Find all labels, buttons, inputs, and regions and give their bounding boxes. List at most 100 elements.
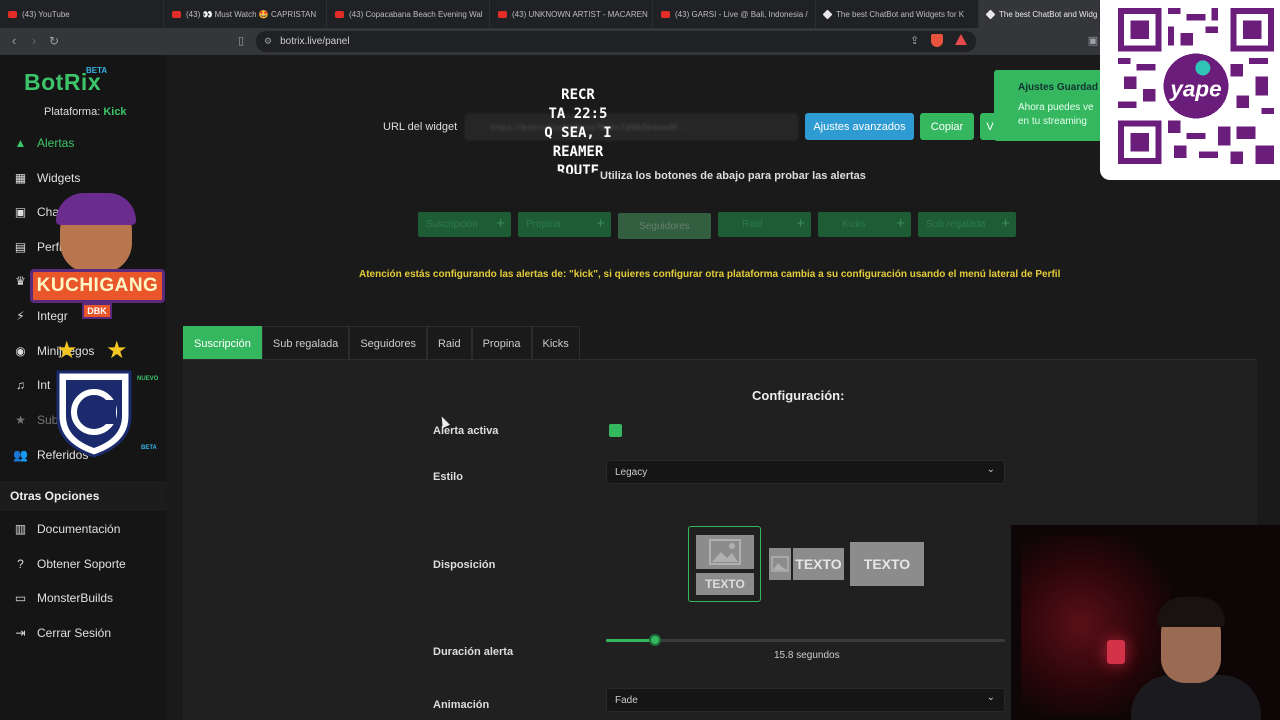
sidebar-item-label: MonsterBuilds [37,591,114,605]
share-icon[interactable]: ⇪ [910,34,919,47]
test-kicks-button[interactable]: Kicks + [818,212,911,237]
browser-tab-active[interactable]: The best ChatBot and Widg [979,0,1100,28]
plus-icon: + [496,215,505,232]
image-placeholder-icon [696,535,754,569]
youtube-icon [172,10,181,18]
sidebar-item-label: Obtener Soporte [37,557,126,571]
chevron-down-icon: ⌄ [986,692,995,703]
plus-icon: + [1001,215,1010,232]
duration-slider[interactable] [606,634,1005,646]
toast-message: Ahora puedes ve en tu streaming [1018,101,1104,129]
reload-icon[interactable]: ↻ [46,33,62,49]
browser-tab[interactable]: (43) 👀 Must Watch 🤩 CAPRISTAN [164,0,327,28]
mascot-beanie [56,193,136,225]
browser-tab[interactable]: (43) YouTube [0,0,164,28]
layout-option-text: TEXTO [863,556,911,572]
layout-label: Disposición [433,559,496,571]
animation-select[interactable]: Fade ⌄ [606,688,1005,712]
style-value: Legacy [615,467,648,478]
plug-icon: ⚡ [16,309,25,323]
overlay-line: TA 22:5 [548,106,608,122]
trophy-icon: ♛ [15,274,26,288]
beta-badge: BETA [86,66,108,75]
tab-raid[interactable]: Raid [426,326,472,360]
kuchigang-sub: DBK [82,303,112,319]
browser-tab[interactable]: (43) UNKNOWN ARTIST - MACAREN [490,0,653,28]
sidebar-item-alertas[interactable]: ▲ Alertas [14,131,164,155]
book-icon: ▥ [14,522,27,536]
brave-shield-icon[interactable] [931,34,944,47]
sidebar-item-label: Alertas [37,136,75,150]
back-icon[interactable]: ‹ [6,33,22,49]
tab-seguidores[interactable]: Seguidores [349,326,427,360]
copy-button[interactable]: Copiar [920,113,974,140]
tab-suscripcion[interactable]: Suscripción [183,326,262,360]
slider-fill [606,639,655,642]
site-settings-icon[interactable]: ⚙ [264,36,272,47]
sidebar-item-label: Int [37,378,51,392]
forward-icon[interactable]: › [26,33,42,49]
sidebar-item-monsterbuilds[interactable]: ▭ MonsterBuilds [14,586,164,610]
star-icon: ★ [56,337,78,364]
layout-option-overlay[interactable]: TEXTO [850,542,924,586]
other-options-heading: Otras Opciones [0,481,166,511]
sidebar-item-minijuegos[interactable]: ◉ Minijuegos [14,339,164,363]
advanced-settings-button[interactable]: Ajustes avanzados [805,113,914,140]
youtube-icon [498,10,507,18]
botrix-icon [985,9,996,19]
webcam-overlay [1011,525,1280,720]
test-subscription-button[interactable]: Suscripción + [418,212,511,237]
tab-sub-regalada[interactable]: Sub regalada [261,326,350,360]
stream-text-overlay: RECR TA 22:5 Q SEA, I REAMER ROUTE [530,86,626,174]
tab-propina[interactable]: Propina [471,326,532,360]
browser-tab-label: (43) Copacabana Beach Evening Wal [349,9,483,19]
youtube-icon [661,10,670,18]
test-hint: Utiliza los botones de abajo para probar… [600,170,866,182]
animation-value: Fade [615,695,638,706]
screen: (43) YouTube (43) 👀 Must Watch 🤩 CAPRIST… [0,0,1280,720]
layout-option-side[interactable]: TEXTO [769,544,844,584]
browser-tab-label: (43) GARSI - Live @ Bali, Indonesia / [675,9,808,19]
slider-handle[interactable] [648,634,661,646]
image-placeholder-icon [769,548,791,580]
sidebar-item-label: Documentación [37,522,121,536]
sidebar-item-soporte[interactable]: ? Obtener Soporte [14,552,164,576]
layout-option-stacked[interactable]: TEXTO [688,526,761,602]
plus-icon: + [896,215,905,232]
extensions-icon[interactable]: ▣ [1085,33,1101,49]
browser-tab-label: (43) UNKNOWN ARTIST - MACAREN [512,9,648,19]
address-bar: ‹ › ↻ ▯ ⚙ botrix.live/panel ⇪ ▣ [0,28,1280,55]
browser-tab-label: (43) 👀 Must Watch 🤩 CAPRISTAN [186,9,317,19]
sidebar-item-documentacion[interactable]: ▥ Documentación [14,517,164,541]
webcam-lamp [1107,640,1125,664]
browser-tab-label: The best ChatBot and Widg [999,9,1098,19]
saved-toast[interactable]: Ajustes Guardad Ahora puedes ve en tu st… [994,70,1114,141]
youtube-icon [335,10,344,18]
tab-kicks[interactable]: Kicks [531,326,580,360]
style-select[interactable]: Legacy ⌄ [606,460,1005,484]
brave-rewards-icon[interactable] [955,34,968,45]
chevron-down-icon: ⌄ [986,464,995,475]
plus-icon: + [596,215,605,232]
platform-label: Plataforma: [44,106,101,118]
sidebar-item-widgets[interactable]: ▦ Widgets [14,166,164,190]
test-tip-button[interactable]: Propina + [518,212,611,237]
test-raid-button[interactable]: Raid + [718,212,811,237]
browser-tab[interactable]: The best ChatBot and Widgets for K [816,0,979,28]
browser-tab[interactable]: (43) Copacabana Beach Evening Wal [327,0,490,28]
test-followers-button[interactable]: Seguidores [618,213,711,239]
bookmark-icon[interactable]: ▯ [233,33,249,49]
url-field[interactable]: ⚙ botrix.live/panel [256,31,976,52]
warning-icon: ▲ [14,136,27,150]
alert-active-checkbox[interactable] [609,424,622,437]
extension-area: ⇪ [910,34,968,47]
browser-tab-label: (43) YouTube [22,9,70,19]
kuchigang-banner: KUCHIGANG [30,269,165,303]
browser-tab[interactable]: (43) GARSI - Live @ Bali, Indonesia / [653,0,816,28]
sidebar-item-logout[interactable]: ⇥ Cerrar Sesión [14,621,164,645]
plus-icon: + [796,215,805,232]
botrix-icon [822,9,833,19]
duration-label: Duración alerta [433,646,514,658]
widget-url-field[interactable]: https://botrix.live/alerts?bid=7d9b3eeae… [465,114,798,140]
test-gift-sub-button[interactable]: Sub regalada + [918,212,1016,237]
